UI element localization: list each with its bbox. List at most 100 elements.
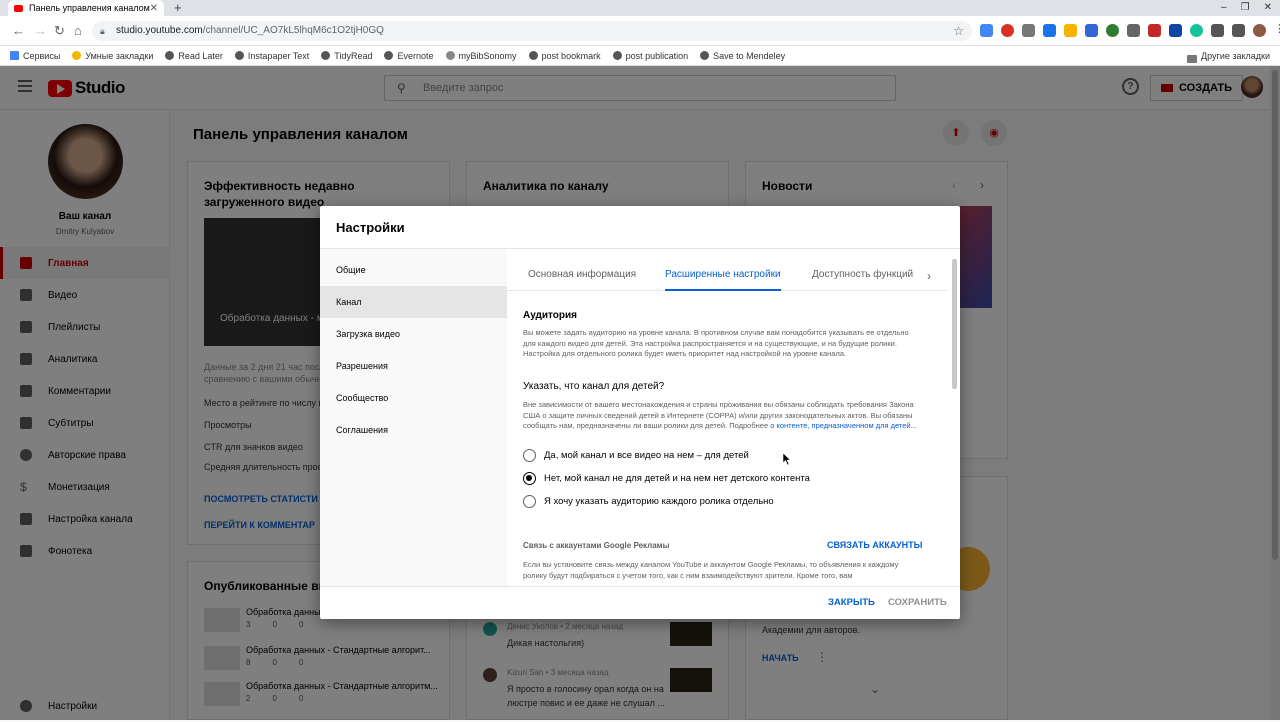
settings-nav-community[interactable]: Сообщество (320, 382, 507, 414)
kids-description: Вне зависимости от вашего местонахождени… (523, 400, 919, 432)
kids-content-link[interactable]: о контенте, предназначенном для детей... (770, 421, 917, 430)
settings-nav-permissions[interactable]: Разрешения (320, 350, 507, 382)
bookmark-item[interactable]: Read Later (165, 51, 223, 61)
extension-icon[interactable] (1064, 24, 1077, 37)
divider (320, 586, 960, 587)
radio-label: Я хочу указать аудиторию каждого ролика … (544, 496, 774, 507)
forward-icon[interactable]: → (34, 23, 47, 38)
bookmark-icon (72, 51, 82, 60)
extension-icon[interactable] (1169, 24, 1182, 37)
radio-not-for-kids[interactable]: Нет, мой канал не для детей и на нем нет… (523, 472, 810, 485)
bookmark-label: post publication (625, 50, 689, 61)
radio-button[interactable] (523, 449, 536, 462)
browser-tab[interactable]: Панель управления каналом ✕ (8, 0, 164, 16)
minimize-icon[interactable]: – (1221, 0, 1227, 16)
settings-nav: Общие Канал Загрузка видео Разрешения Со… (320, 249, 507, 586)
tab-feature-eligibility[interactable]: Доступность функций (812, 249, 913, 291)
bookmark-item[interactable]: post bookmark (528, 50, 601, 61)
bookmark-label: Save to Mendeley (713, 50, 786, 61)
address-bar-row: ← → ↻ ⌂ 🔒︎ studio.youtube.com/channel/UC… (0, 16, 1280, 46)
globe-icon (612, 51, 622, 60)
menu-kebab-icon[interactable]: ⋮ (1274, 24, 1280, 37)
advanced-settings-content: Аудитория Вы можете задать аудиторию на … (507, 292, 947, 586)
globe-icon (384, 51, 394, 60)
bibsonomy-icon (445, 51, 455, 60)
dialog-scrollbar[interactable] (950, 249, 960, 586)
save-button[interactable]: СОХРАНИТЬ (888, 597, 947, 608)
extension-icon[interactable] (1211, 24, 1224, 37)
extension-icon[interactable] (1085, 24, 1098, 37)
bookmark-item[interactable]: Instapaper Text (234, 50, 310, 61)
bookmarks-bar: Сервисы Умные закладки Read Later Instap… (0, 46, 1280, 66)
close-button[interactable]: ЗАКРЫТЬ (828, 597, 875, 608)
bookmark-label: post bookmark (541, 50, 601, 61)
bookmark-label: Другие закладки (1201, 51, 1270, 61)
settings-nav-general[interactable]: Общие (320, 254, 507, 286)
extension-icon[interactable] (1022, 24, 1035, 37)
window-controls: – ❐ ✕ (1221, 0, 1272, 16)
back-icon[interactable]: ← (12, 23, 25, 38)
link-accounts-button[interactable]: СВЯЗАТЬ АККАУНТЫ (827, 540, 922, 550)
bookmark-label: Evernote (397, 50, 434, 61)
home-icon[interactable]: ⌂ (74, 23, 82, 38)
extensions-bar: ⋮ (980, 24, 1280, 37)
bookmark-label: Instapaper Text (247, 50, 310, 61)
folder-icon (1187, 55, 1198, 63)
radio-button[interactable] (523, 495, 536, 508)
new-tab-button[interactable]: + (174, 0, 182, 16)
url-input[interactable]: 🔒︎ studio.youtube.com/channel/UC_AO7kL5l… (92, 21, 972, 41)
profile-avatar[interactable] (1253, 24, 1266, 37)
google-ads-section-title: Связь с аккаунтами Google Рекламы (523, 541, 670, 550)
extension-icon[interactable] (1127, 24, 1140, 37)
audience-title: Аудитория (523, 310, 577, 321)
bookmark-item[interactable]: Save to Mendeley (700, 51, 785, 61)
url-host: studio.youtube.com (116, 25, 203, 36)
extension-icon[interactable] (1043, 24, 1056, 37)
bookmark-label: Умные закладки (85, 50, 154, 61)
apps-icon (10, 51, 19, 60)
settings-nav-agreements[interactable]: Соглашения (320, 414, 507, 446)
google-ads-description: Если вы установите связь между каналом Y… (523, 560, 899, 580)
globe-icon (234, 51, 244, 60)
reload-icon[interactable]: ↻ (54, 23, 65, 39)
radio-label: Да, мой канал и все видео на нем – для д… (544, 450, 749, 461)
bookmark-item[interactable]: Сервисы (10, 51, 60, 61)
settings-tabs: Основная информация Расширенные настройк… (507, 249, 947, 291)
extension-icon[interactable] (1001, 24, 1014, 37)
radio-made-for-kids[interactable]: Да, мой канал и все видео на нем – для д… (523, 449, 749, 462)
extension-icon[interactable] (980, 24, 993, 37)
extension-icon[interactable] (1148, 24, 1161, 37)
evernote-icon[interactable] (1106, 24, 1119, 37)
globe-icon (700, 51, 710, 60)
tab-advanced-settings[interactable]: Расширенные настройки (665, 249, 781, 291)
radio-per-video[interactable]: Я хочу указать аудиторию каждого ролика … (523, 495, 774, 508)
bookmark-label: TidyRead (334, 50, 373, 61)
close-window-icon[interactable]: ✕ (1264, 0, 1272, 16)
dialog-scrollbar-thumb[interactable] (952, 259, 957, 389)
url-path: /channel/UC_AO7kL5lhqM6c1O2tjH0GQ (202, 25, 384, 36)
globe-icon (528, 51, 538, 60)
tab-basic-info[interactable]: Основная информация (528, 249, 636, 291)
bookmark-item[interactable]: TidyRead (321, 51, 372, 61)
bookmark-item[interactable]: Evernote (384, 50, 434, 61)
globe-icon (165, 51, 175, 60)
extensions-puzzle-icon[interactable] (1232, 24, 1245, 37)
tab-title: Панель управления каналом (29, 3, 150, 13)
grammarly-icon[interactable] (1190, 24, 1203, 37)
chevron-right-icon[interactable]: › (927, 269, 931, 283)
maximize-icon[interactable]: ❐ (1241, 0, 1250, 16)
bookmark-item[interactable]: Умные закладки (72, 51, 153, 61)
other-bookmarks[interactable]: Другие закладки (1187, 46, 1270, 66)
bookmark-star-icon[interactable]: ☆ (953, 21, 964, 41)
close-tab-icon[interactable]: ✕ (150, 3, 158, 14)
settings-nav-channel[interactable]: Канал (320, 286, 507, 318)
radio-label: Нет, мой канал не для детей и на нем нет… (544, 473, 810, 484)
bookmark-item[interactable]: myBibSonomy (445, 50, 517, 61)
bookmark-label: myBibSonomy (458, 50, 517, 61)
bookmark-item[interactable]: post publication (612, 50, 689, 61)
radio-button-selected[interactable] (523, 472, 536, 485)
dialog-title: Настройки (336, 220, 405, 235)
browser-tab-strip: Панель управления каналом ✕ + – ❐ ✕ (0, 0, 1280, 16)
youtube-favicon-icon (14, 4, 23, 12)
settings-nav-upload-defaults[interactable]: Загрузка видео (320, 318, 507, 350)
